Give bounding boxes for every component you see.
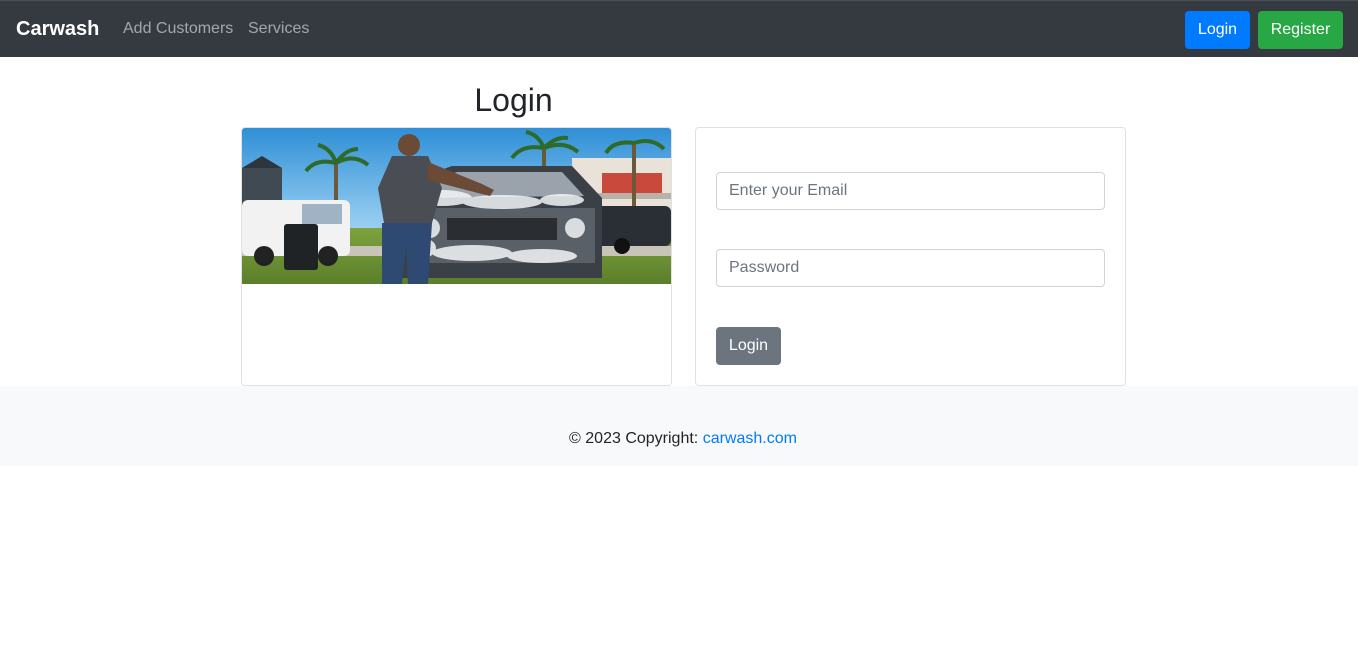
page-title: Login (474, 82, 553, 118)
brand-logo[interactable]: Carwash (16, 17, 99, 41)
login-submit-button[interactable]: Login (716, 327, 781, 365)
carwash-photo (242, 128, 671, 284)
copyright-text: © 2023 Copyright: (569, 430, 703, 447)
image-card (241, 127, 672, 386)
footer: © 2023 Copyright: carwash.com (0, 386, 1358, 466)
nav-add-customers[interactable]: Add Customers (123, 19, 233, 39)
nav-services[interactable]: Services (248, 19, 309, 39)
navbar-login-button[interactable]: Login (1185, 11, 1250, 49)
email-field[interactable] (716, 172, 1105, 210)
footer-copyright: © 2023 Copyright: carwash.com (0, 429, 1358, 449)
navbar-register-button[interactable]: Register (1258, 11, 1343, 49)
footer-site-link[interactable]: carwash.com (703, 430, 797, 447)
login-form-card: Login (695, 127, 1126, 386)
top-navbar: Carwash Add Customers Services Login Reg… (0, 0, 1358, 57)
password-field[interactable] (716, 249, 1105, 287)
